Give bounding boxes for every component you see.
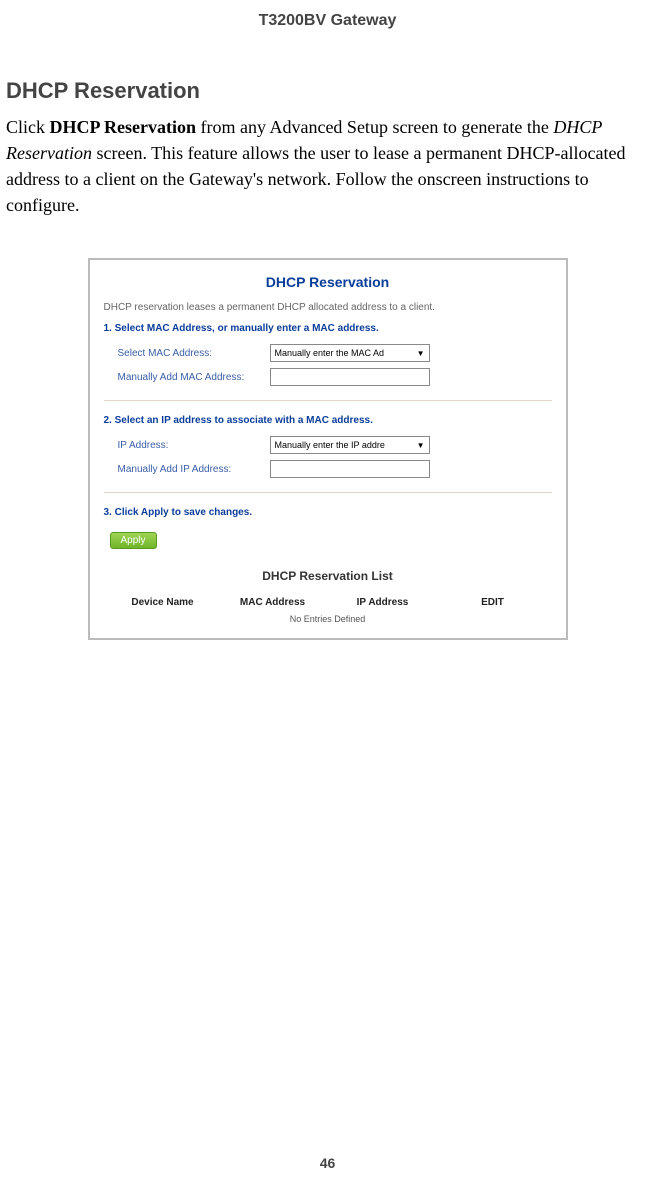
section-heading: DHCP Reservation [6,78,655,104]
select-mac-row: Select MAC Address: Manually enter the M… [118,344,552,362]
ui-step-2: 2. Select an IP address to associate wit… [104,415,552,426]
body-paragraph: Click DHCP Reservation from any Advanced… [6,114,649,218]
divider [104,400,552,401]
ui-description: DHCP reservation leases a permanent DHCP… [104,302,552,313]
table-header-row: Device Name MAC Address IP Address EDIT [104,597,552,608]
manual-ip-label: Manually Add IP Address: [118,464,258,475]
no-entries-text: No Entries Defined [104,614,552,624]
chevron-down-icon: ▼ [417,441,425,450]
col-mac-address: MAC Address [218,597,328,608]
apply-button[interactable]: Apply [110,532,157,549]
ip-address-dropdown[interactable]: Manually enter the IP addre ▼ [270,436,430,454]
chevron-down-icon: ▼ [417,349,425,358]
ip-address-label: IP Address: [118,440,258,451]
page-header-title: T3200BV Gateway [0,0,655,30]
embedded-screenshot: DHCP Reservation DHCP reservation leases… [88,258,568,640]
ip-address-row: IP Address: Manually enter the IP addre … [118,436,552,454]
manual-mac-row: Manually Add MAC Address: [118,368,552,386]
ui-step-3: 3. Click Apply to save changes. [104,507,552,518]
col-edit: EDIT [438,597,548,608]
select-mac-value: Manually enter the MAC Ad [275,348,385,358]
manual-mac-input[interactable] [270,368,430,386]
select-mac-label: Select MAC Address: [118,348,258,359]
body-text-segment: screen. This feature allows the user to … [6,143,625,215]
divider [104,492,552,493]
ui-step-1: 1. Select MAC Address, or manually enter… [104,323,552,334]
col-ip-address: IP Address [328,597,438,608]
body-text-segment: from any Advanced Setup screen to genera… [196,117,553,137]
reservation-list-title: DHCP Reservation List [104,569,552,583]
col-device-name: Device Name [108,597,218,608]
ui-title: DHCP Reservation [104,274,552,290]
body-text-bold: DHCP Reservation [50,117,196,137]
manual-mac-label: Manually Add MAC Address: [118,372,258,383]
manual-ip-row: Manually Add IP Address: [118,460,552,478]
body-text-segment: Click [6,117,50,137]
ip-address-value: Manually enter the IP addre [275,440,385,450]
manual-ip-input[interactable] [270,460,430,478]
page-number: 46 [0,1155,655,1171]
select-mac-dropdown[interactable]: Manually enter the MAC Ad ▼ [270,344,430,362]
